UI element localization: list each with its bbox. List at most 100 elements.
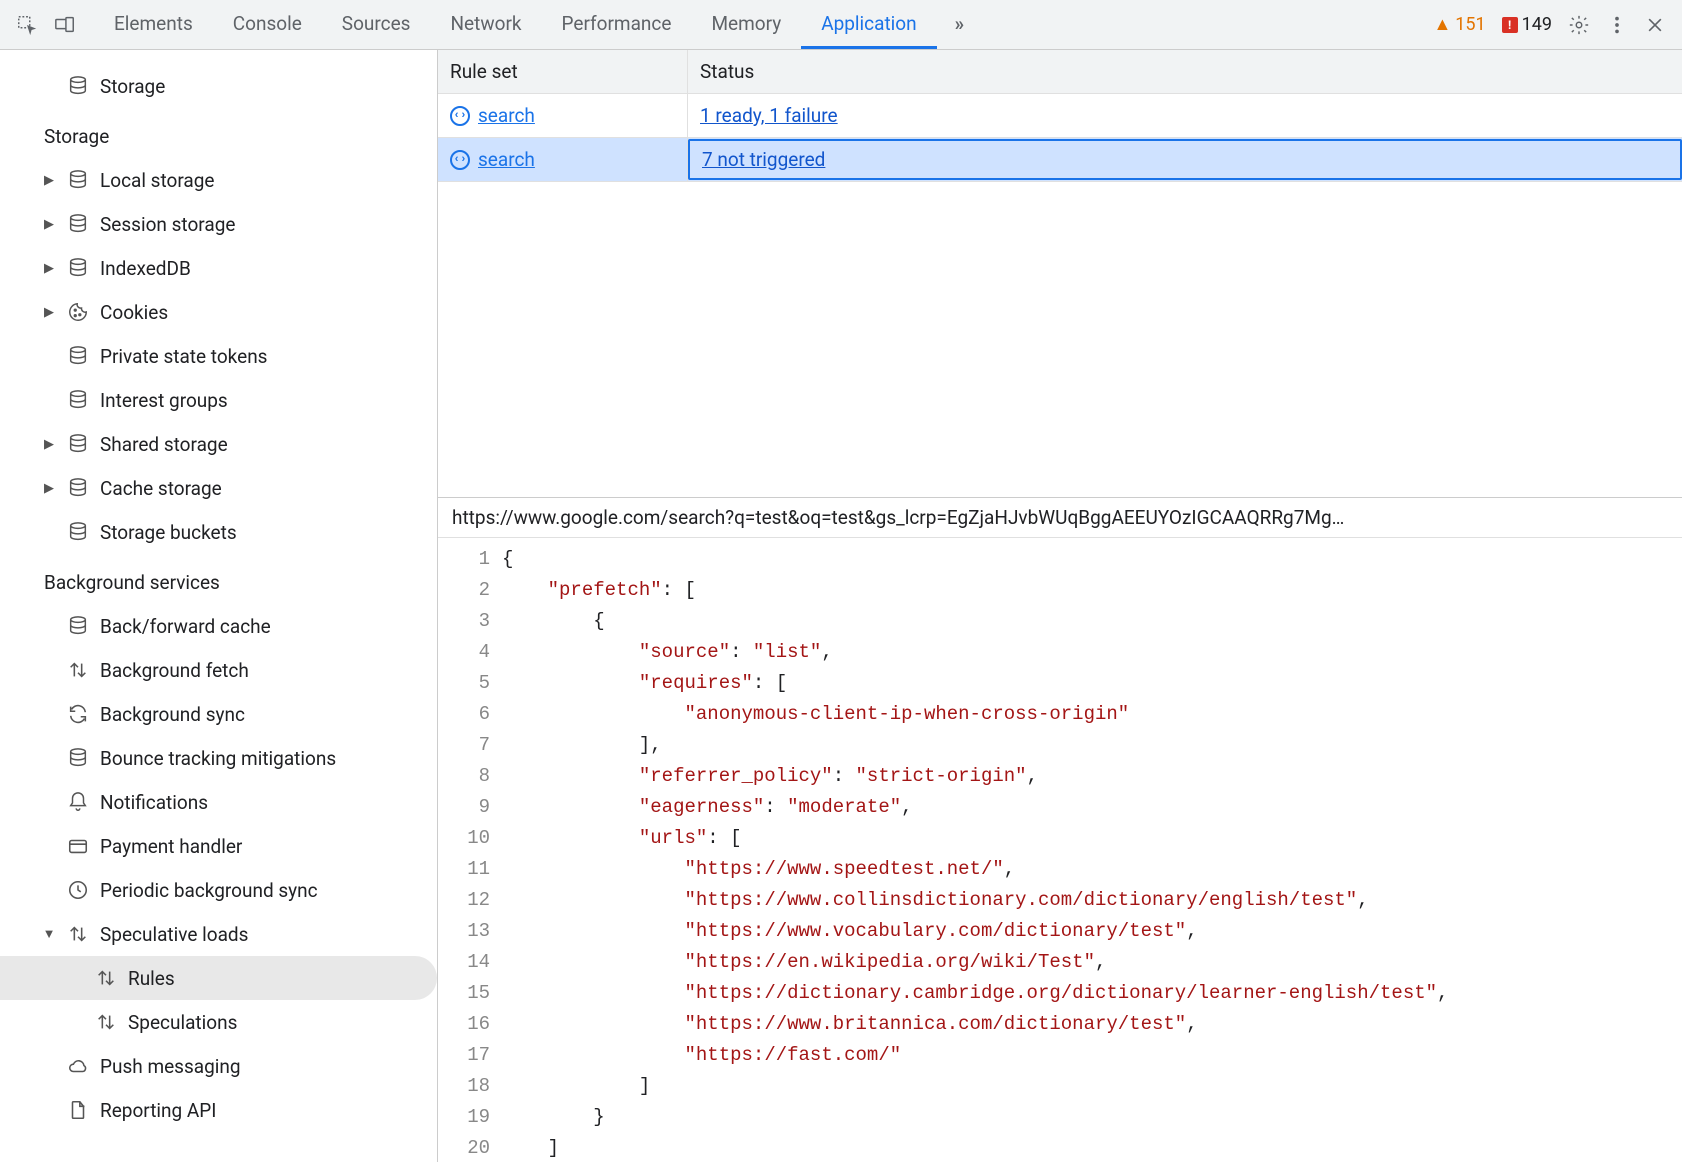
sidebar-item-speculative-loads[interactable]: ▼Speculative loads — [0, 912, 437, 956]
issues-count: 149 — [1522, 14, 1552, 35]
chevron-right-icon[interactable]: ▶ — [42, 437, 56, 452]
sidebar-item-storage[interactable]: Storage — [0, 64, 437, 108]
tab-memory[interactable]: Memory — [691, 0, 801, 49]
warnings-badge[interactable]: ▲ 151 — [1427, 14, 1491, 35]
sidebar-item-label: Local storage — [100, 169, 215, 192]
chevron-down-icon[interactable]: ▼ — [42, 926, 56, 942]
sidebar-item-payment-handler[interactable]: Payment handler — [0, 824, 437, 868]
sidebar-item-local-storage[interactable]: ▶ Local storage — [0, 158, 437, 202]
code-line: "https://www.collinsdictionary.com/dicti… — [502, 885, 1682, 916]
rule-set-status-link[interactable]: 1 ready, 1 failure — [700, 104, 838, 127]
rule-set-status-link[interactable]: 7 not triggered — [702, 148, 825, 171]
settings-button[interactable] — [1562, 8, 1596, 42]
close-devtools-button[interactable] — [1638, 8, 1672, 42]
sidebar-item-cache-storage[interactable]: ▶Cache storage — [0, 466, 437, 510]
chevron-right-icon[interactable]: ▶ — [42, 261, 56, 276]
cloud-icon — [66, 1055, 90, 1077]
sidebar-item-rules[interactable]: Rules — [0, 956, 437, 1000]
chevron-right-icon[interactable]: ▶ — [42, 305, 56, 320]
sidebar-item-reporting-api[interactable]: Reporting API — [0, 1088, 437, 1132]
tab-console[interactable]: Console — [213, 0, 322, 49]
sidebar-item-background-sync[interactable]: Background sync — [0, 692, 437, 736]
line-number: 9 — [438, 792, 490, 823]
sidebar-item-label: Rules — [128, 967, 175, 990]
sidebar-item-speculations[interactable]: Speculations — [0, 1000, 437, 1044]
column-header-status[interactable]: Status — [688, 50, 1682, 93]
chevron-right-icon[interactable]: ▶ — [42, 481, 56, 496]
sidebar-item-label: Payment handler — [100, 835, 242, 858]
rule-set-table-header: Rule set Status — [438, 50, 1682, 94]
database-icon — [66, 75, 90, 97]
rules-panel: Rule set Status ‹› search 1 ready, 1 fail… — [438, 50, 1682, 1162]
code-line: ], — [502, 730, 1682, 761]
line-number: 16 — [438, 1009, 490, 1040]
sidebar-item-interest-groups[interactable]: Interest groups — [0, 378, 437, 422]
json-viewer[interactable]: 123456789101112131415161718192021 { "pre… — [438, 538, 1682, 1162]
device-toolbar-button[interactable] — [48, 8, 82, 42]
tab-application[interactable]: Application — [801, 0, 936, 49]
tab-sources[interactable]: Sources — [322, 0, 431, 49]
sidebar-item-label: Reporting API — [100, 1099, 216, 1122]
sidebar-item-label: Storage — [44, 125, 109, 148]
sidebar-item-shared-storage[interactable]: ▶ Shared storage — [0, 422, 437, 466]
code-line: "prefetch": [ — [502, 575, 1682, 606]
inspect-element-button[interactable] — [10, 8, 44, 42]
sidebar-item-storage-buckets[interactable]: Storage buckets — [0, 510, 437, 554]
cookie-icon — [66, 301, 90, 323]
line-number: 12 — [438, 885, 490, 916]
database-icon — [66, 615, 90, 637]
sidebar-item-bounce-tracking-mitigations[interactable]: Bounce tracking mitigations — [0, 736, 437, 780]
code-line: "https://www.britannica.com/dictionary/t… — [502, 1009, 1682, 1040]
database-icon — [66, 747, 90, 769]
more-options-button[interactable] — [1600, 8, 1634, 42]
column-header-ruleset[interactable]: Rule set — [438, 50, 688, 93]
code-line: "requires": [ — [502, 668, 1682, 699]
sidebar-item-push-messaging[interactable]: Push messaging — [0, 1044, 437, 1088]
line-number: 6 — [438, 699, 490, 730]
line-number: 13 — [438, 916, 490, 947]
sidebar-item-cookies[interactable]: ▶ Cookies — [0, 290, 437, 334]
code-line: "urls": [ — [502, 823, 1682, 854]
chevron-right-icon[interactable]: ▶ — [42, 173, 56, 188]
sidebar-item-label: Session storage — [100, 213, 235, 236]
chevron-right-icon[interactable]: ▶ — [42, 217, 56, 232]
line-number: 2 — [438, 575, 490, 606]
line-number: 5 — [438, 668, 490, 699]
line-number: 8 — [438, 761, 490, 792]
sidebar-item-label: Cookies — [100, 301, 168, 324]
rule-source-url: https://www.google.com/search?q=test&oq=… — [438, 498, 1682, 538]
code-line: "https://fast.com/" — [502, 1040, 1682, 1071]
application-sidebar: Storage Storage ▶ Local storage ▶ Session sto… — [0, 50, 438, 1162]
sidebar-item-private-state-tokens[interactable]: Private state tokens — [0, 334, 437, 378]
code-line: } — [502, 1102, 1682, 1133]
tab-elements[interactable]: Elements — [94, 0, 213, 49]
rule-set-row[interactable]: ‹› search 7 not triggered — [438, 138, 1682, 182]
line-number: 20 — [438, 1133, 490, 1162]
more-tabs-button[interactable]: » — [941, 12, 979, 38]
sidebar-item-label: Shared storage — [100, 433, 228, 456]
sidebar-item-back-forward-cache[interactable]: Back/forward cache — [0, 604, 437, 648]
issue-icon: ! — [1502, 17, 1518, 33]
warning-icon: ▲ — [1433, 14, 1451, 35]
code-line: "anonymous-client-ip-when-cross-origin" — [502, 699, 1682, 730]
tab-network[interactable]: Network — [430, 0, 541, 49]
updown-icon — [66, 659, 90, 681]
rule-set-row[interactable]: ‹› search1 ready, 1 failure — [438, 94, 1682, 138]
sidebar-item-background-fetch[interactable]: Background fetch — [0, 648, 437, 692]
rule-set-name-link[interactable]: search — [478, 104, 535, 127]
sidebar-item-session-storage[interactable]: ▶ Session storage — [0, 202, 437, 246]
tab-performance[interactable]: Performance — [542, 0, 692, 49]
issues-badge[interactable]: ! 149 — [1496, 14, 1558, 35]
sidebar-item-notifications[interactable]: Notifications — [0, 780, 437, 824]
sidebar-item-indexeddb[interactable]: ▶IndexedDB — [0, 246, 437, 290]
sidebar-item-label: Push messaging — [100, 1055, 241, 1078]
code-line: "eagerness": "moderate", — [502, 792, 1682, 823]
code-line: "https://www.vocabulary.com/dictionary/t… — [502, 916, 1682, 947]
code-line: ] — [502, 1071, 1682, 1102]
sidebar-item-periodic-background-sync[interactable]: Periodic background sync — [0, 868, 437, 912]
rule-set-name-link[interactable]: search — [478, 148, 535, 171]
sidebar-item-label: Background fetch — [100, 659, 249, 682]
sidebar-item-background-services: Background services — [0, 560, 437, 604]
rule-set-name-cell: ‹› search — [438, 138, 688, 181]
line-number: 14 — [438, 947, 490, 978]
